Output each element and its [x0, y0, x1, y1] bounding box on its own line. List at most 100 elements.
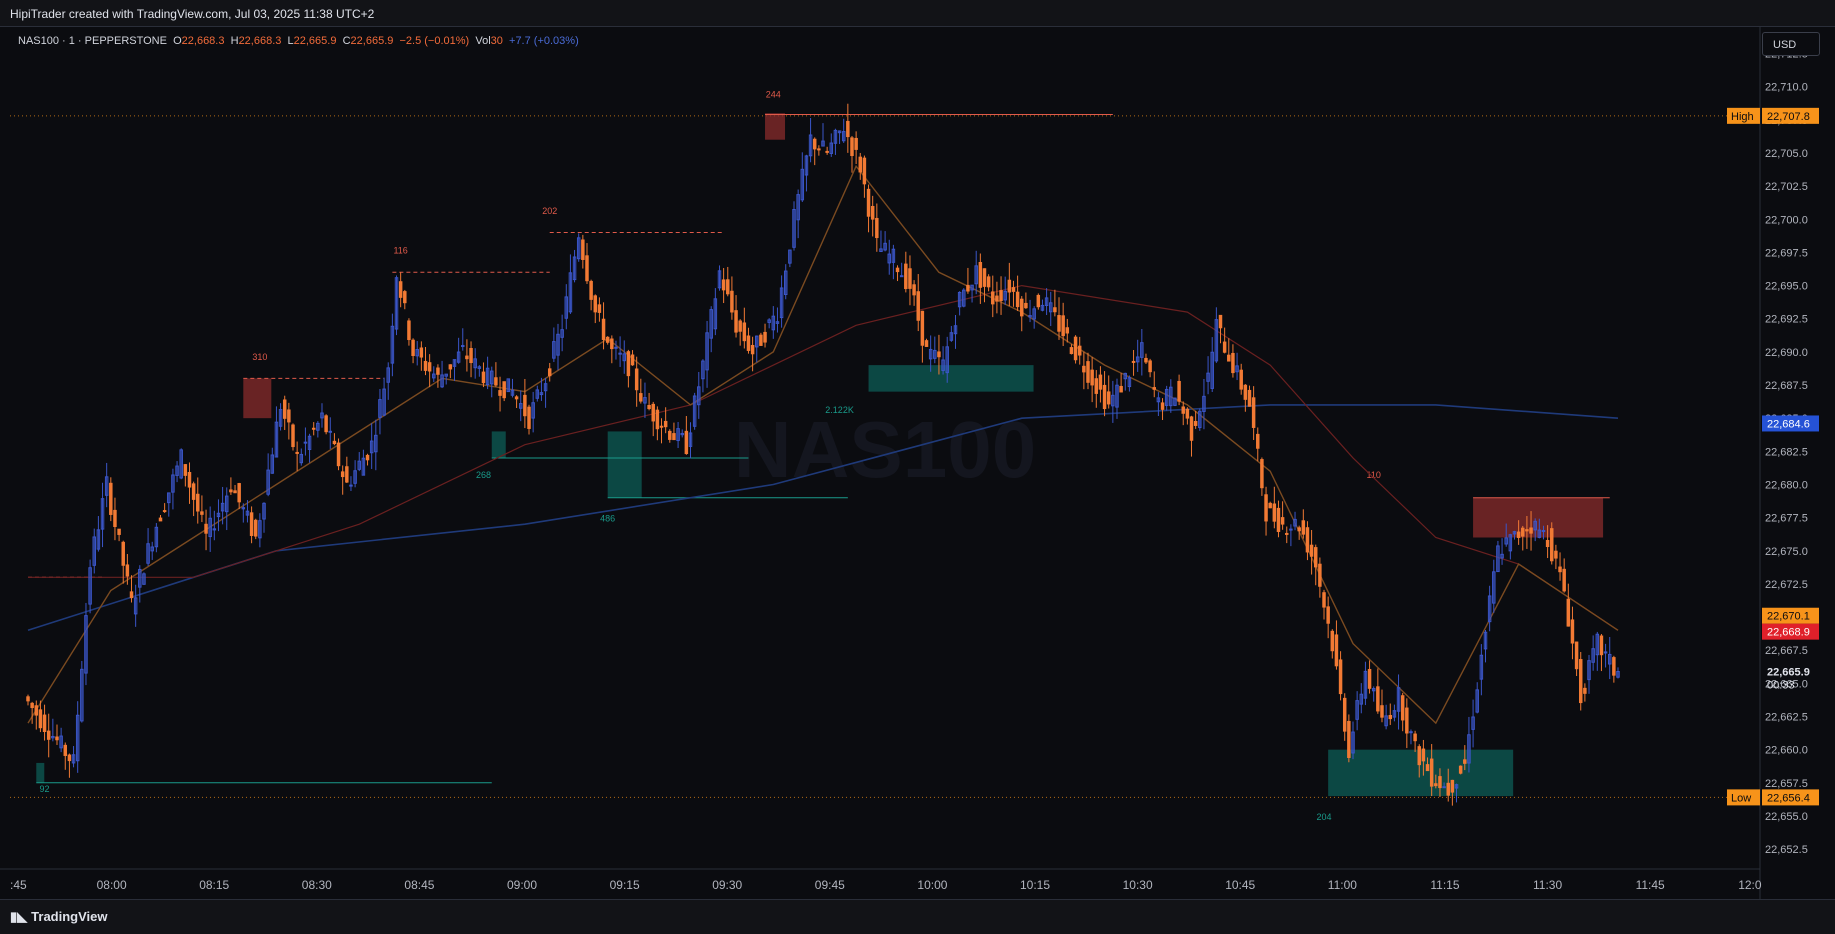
candle-body — [465, 355, 469, 360]
candle-body — [498, 390, 502, 396]
zone-volume-label: 202 — [542, 206, 557, 216]
candle-body — [311, 427, 316, 430]
candle-body — [1152, 387, 1156, 390]
candle-body — [908, 268, 912, 289]
candle-body — [630, 354, 635, 366]
candle-body — [1053, 307, 1057, 313]
candle-body — [1231, 352, 1235, 374]
candle-body — [730, 290, 734, 313]
tradingview-logo[interactable]: ▮◣ TradingView — [10, 909, 108, 925]
candle-body — [403, 291, 407, 304]
candle-body — [589, 280, 593, 300]
candle-body — [1036, 294, 1041, 308]
candle-body — [742, 322, 747, 342]
candle-body — [1301, 520, 1306, 535]
candle-body — [597, 304, 602, 313]
candle-body — [1144, 357, 1148, 363]
candle-body — [1417, 746, 1421, 766]
candle-body — [750, 344, 755, 355]
candle-body — [1446, 782, 1450, 796]
candle-body — [1189, 416, 1194, 441]
candle-body — [1367, 668, 1372, 689]
currency-button[interactable]: USD — [1762, 32, 1820, 56]
price-chart[interactable]: NAS10022,712.522,710.022,707.522,705.022… — [0, 27, 1835, 899]
price-tick-label: 22,695.0 — [1765, 281, 1808, 293]
candle-body — [1574, 641, 1579, 670]
candle-body — [1334, 634, 1339, 667]
time-tick-label: 11:00 — [1328, 878, 1357, 892]
candle-body — [1583, 687, 1587, 694]
candle-body — [1322, 592, 1326, 608]
time-tick-label: 08:00 — [97, 878, 127, 892]
candle-body — [1131, 360, 1136, 363]
candle-body — [593, 295, 598, 313]
candle-body — [1521, 527, 1525, 537]
candle-body — [875, 217, 879, 239]
candle-body — [663, 420, 668, 428]
high-label: H — [230, 35, 239, 47]
candle-body — [668, 430, 672, 440]
price-tick-label: 22,682.5 — [1765, 446, 1808, 458]
candle-body — [237, 483, 241, 503]
candle-body — [585, 255, 589, 282]
candle-body — [1148, 360, 1152, 373]
candle-body — [846, 120, 850, 138]
candle-body — [978, 261, 983, 288]
candle-body — [1065, 327, 1070, 334]
low-value: 22,665.9 — [293, 35, 337, 47]
time-tick-label: 11:30 — [1533, 878, 1562, 892]
ohlc-legend: NAS100 · 1 · PEPPERSTONE O 22,668.3 H 22,6… — [18, 35, 579, 47]
candle-body — [1400, 695, 1405, 721]
candle-body — [734, 310, 738, 333]
zone-volume-label: 268 — [476, 470, 491, 480]
candle-body — [1338, 659, 1343, 695]
candle-body — [1020, 298, 1024, 317]
candle-body — [158, 517, 163, 522]
candle-body — [605, 336, 610, 343]
candle-body — [862, 157, 867, 185]
candle-body — [626, 351, 631, 377]
candle-body — [303, 441, 308, 444]
time-tick-label: 09:00 — [507, 878, 537, 892]
candle-body — [1525, 529, 1529, 532]
candle-body — [291, 424, 295, 448]
candle-body — [419, 347, 424, 358]
time-tick-label: 08:45 — [404, 878, 434, 892]
candle-body — [42, 714, 47, 733]
supply-zone — [765, 113, 786, 140]
demand-zone — [36, 762, 45, 783]
candle-body — [398, 281, 403, 298]
candle-body — [1318, 563, 1322, 587]
candle-body — [966, 284, 970, 292]
candle-body — [1554, 550, 1558, 559]
candle-body — [502, 381, 506, 399]
candle-body — [407, 320, 411, 341]
candle-body — [328, 430, 333, 433]
candle-body — [672, 433, 676, 441]
candle-body — [481, 371, 486, 384]
candle-body — [1429, 758, 1434, 787]
symbol-label[interactable]: NAS100 · 1 · PEPPERSTONE — [18, 35, 167, 47]
candle-body — [55, 736, 59, 741]
candle-body — [1388, 714, 1393, 720]
candle-body — [117, 528, 121, 535]
candle-body — [916, 291, 920, 321]
time-tick-label: 11:15 — [1430, 878, 1459, 892]
candle-body — [1247, 389, 1252, 407]
candle-body — [639, 393, 643, 402]
high-value: 22,668.3 — [238, 35, 282, 47]
open-label: O — [173, 35, 182, 47]
candle-body — [200, 511, 204, 515]
price-tick-label: 22,710.0 — [1765, 82, 1808, 94]
candle-body — [1380, 705, 1384, 718]
candle-body — [1069, 347, 1074, 355]
candle-body — [113, 509, 117, 528]
candle-body — [634, 368, 639, 391]
candle-body — [1185, 408, 1190, 419]
candle-body — [999, 290, 1003, 302]
zone-volume-label: 486 — [600, 514, 615, 524]
candle-body — [1177, 380, 1181, 402]
candle-countdown: 00:33 — [1767, 679, 1795, 691]
candle-body — [986, 276, 991, 288]
candle-body — [1119, 385, 1123, 393]
